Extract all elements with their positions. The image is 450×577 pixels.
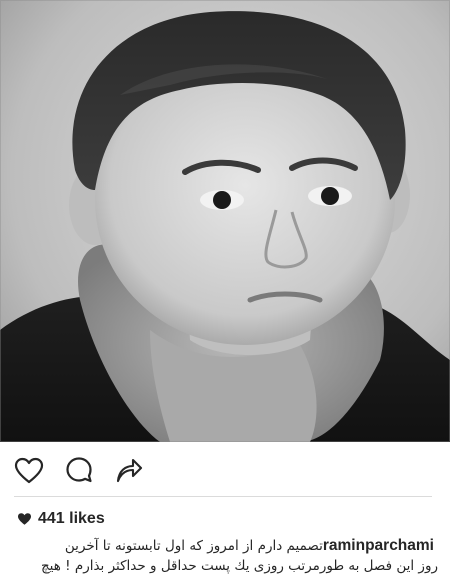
- comment-button[interactable]: [64, 456, 94, 484]
- actions-divider: [14, 496, 432, 497]
- post-caption: تصمیم دارم از امروز که اول تابستونه تا آ…: [18, 536, 438, 576]
- heart-filled-icon: [17, 512, 32, 526]
- likes-count[interactable]: 441 likes: [17, 509, 105, 529]
- caption-username[interactable]: raminparchami: [323, 536, 434, 556]
- post-photo[interactable]: [0, 0, 450, 442]
- share-button[interactable]: [114, 456, 144, 484]
- heart-outline-icon: [14, 457, 44, 483]
- post-actions-bar: [0, 442, 450, 496]
- like-button[interactable]: [14, 456, 44, 484]
- likes-label: 441 likes: [38, 510, 105, 527]
- portrait-photo: [0, 0, 450, 442]
- speech-bubble-icon: [66, 457, 92, 483]
- share-arrow-icon: [116, 458, 143, 483]
- caption-text-line1: تصمیم دارم از امروز که اول تابستونه تا آ…: [64, 538, 323, 554]
- caption-text-line2: روز این فصل به طورمرتب روزی یك پست حداقل…: [40, 558, 438, 574]
